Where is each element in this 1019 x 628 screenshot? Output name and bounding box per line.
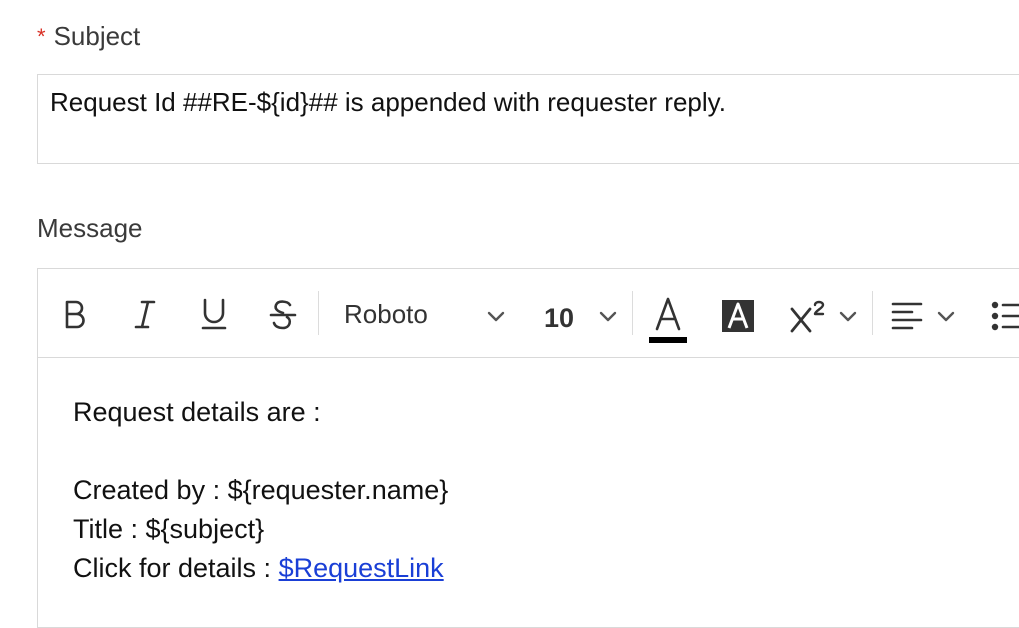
background-color-icon[interactable]: [722, 300, 754, 332]
superscript-icon[interactable]: [788, 299, 828, 335]
body-line: Created by : ${requester.name}: [73, 475, 449, 505]
bold-icon[interactable]: [60, 297, 90, 331]
click-prefix-text: Click for details :: [73, 553, 279, 583]
body-line: Click for details : $RequestLink: [73, 549, 448, 588]
message-editor: Roboto 10 Request details are: Created …: [37, 268, 1019, 628]
strikethrough-icon[interactable]: [267, 297, 299, 333]
toolbar-separator: [872, 291, 873, 335]
body-line: Title : ${subject}: [73, 514, 265, 544]
request-link[interactable]: $RequestLink: [279, 553, 444, 583]
font-family-dropdown[interactable]: Roboto: [344, 299, 428, 330]
editor-toolbar: Roboto 10: [38, 269, 1019, 358]
subject-label-text: Subject: [53, 21, 141, 51]
bulleted-list-icon[interactable]: [990, 299, 1019, 333]
body-blank-line: [73, 432, 448, 471]
editor-body[interactable]: Request details are : Created by : ${req…: [73, 393, 448, 588]
font-color-icon[interactable]: [648, 295, 688, 345]
chevron-down-icon[interactable]: [836, 307, 860, 327]
chevron-down-icon[interactable]: [934, 307, 958, 327]
body-line: Request details are :: [73, 397, 321, 427]
chevron-down-icon[interactable]: [484, 307, 508, 327]
chevron-down-icon[interactable]: [596, 307, 620, 327]
subject-label: * Subject: [37, 21, 140, 52]
required-marker: *: [37, 24, 46, 49]
italic-icon[interactable]: [130, 297, 160, 331]
subject-input[interactable]: Request Id ##RE-${id}## is appended with…: [37, 74, 1019, 164]
underline-icon[interactable]: [198, 295, 230, 333]
font-size-dropdown[interactable]: 10: [544, 303, 574, 334]
toolbar-separator: [318, 291, 319, 335]
toolbar-separator: [632, 291, 633, 335]
message-label: Message: [37, 213, 143, 243]
align-left-icon[interactable]: [890, 299, 924, 333]
